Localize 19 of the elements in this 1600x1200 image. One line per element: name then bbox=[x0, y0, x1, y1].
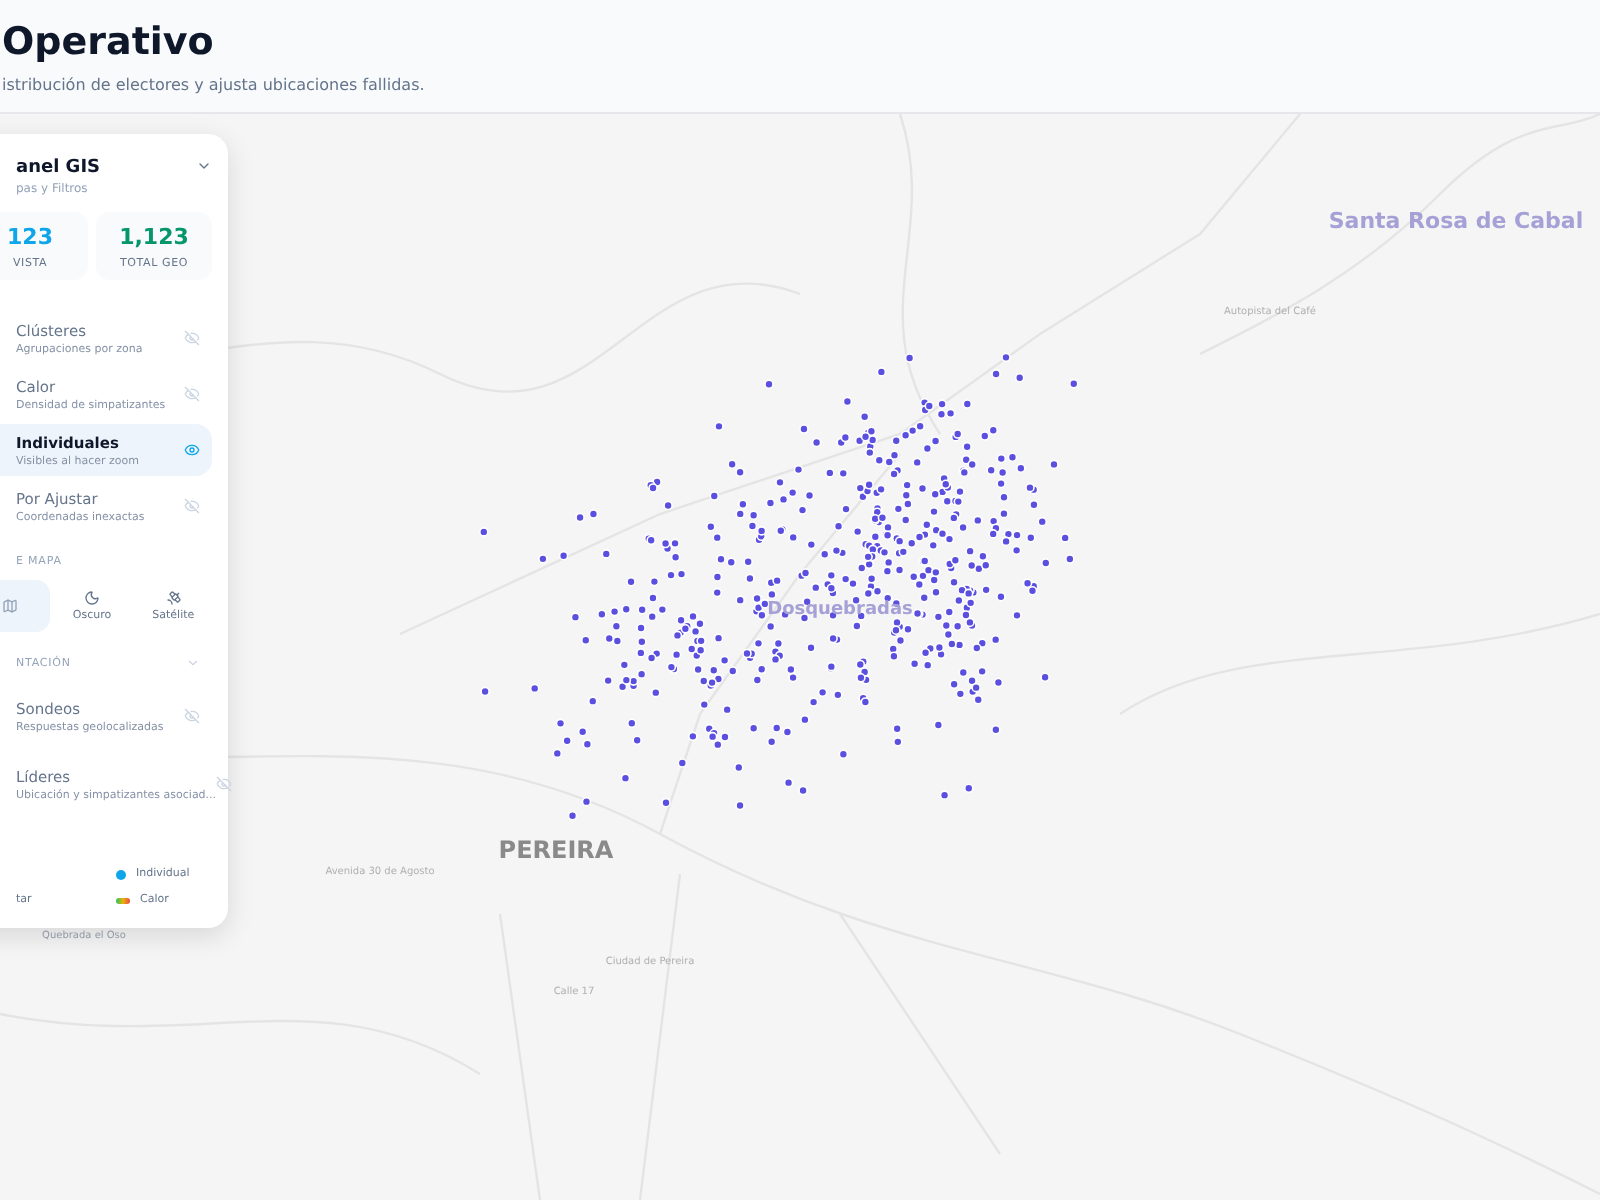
stat-value: 1,123 bbox=[119, 223, 189, 249]
eye-icon[interactable] bbox=[184, 442, 200, 458]
chevron-icon[interactable] bbox=[196, 158, 212, 174]
map-icon bbox=[2, 598, 19, 614]
page-subtitle: istribución de electores y ajusta ubicaciones fallidas. bbox=[2, 76, 425, 94]
eye-off-icon[interactable] bbox=[184, 386, 200, 402]
legend-gradient bbox=[116, 897, 130, 903]
page-title: Operativo bbox=[2, 20, 214, 64]
panel-title: anel GIS bbox=[16, 158, 101, 178]
satellite-icon bbox=[165, 590, 182, 606]
eye-off-icon[interactable] bbox=[184, 708, 200, 724]
eye-off-icon[interactable] bbox=[184, 330, 200, 346]
map-label: Santa Rosa de Cabal bbox=[1328, 208, 1584, 234]
stat-value: 123 bbox=[7, 223, 53, 249]
map-label: PEREIRA bbox=[498, 836, 614, 864]
moon-icon bbox=[83, 590, 100, 606]
eye-off-icon[interactable] bbox=[184, 498, 200, 514]
eye-off-icon[interactable] bbox=[216, 776, 233, 792]
map-label: Dosquebradas bbox=[767, 600, 913, 620]
